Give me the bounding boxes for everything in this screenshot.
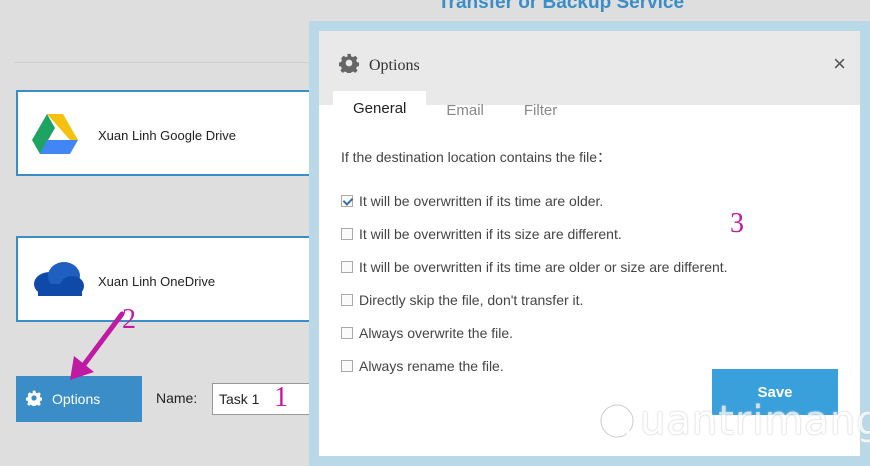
option-overwrite-if-size-different[interactable]: It will be overwritten if its size are d…	[341, 217, 860, 250]
checkbox[interactable]	[341, 359, 353, 372]
google-drive-icon	[32, 114, 78, 159]
options-button-label: Options	[52, 391, 101, 407]
checkbox[interactable]	[341, 326, 353, 339]
checkbox[interactable]	[341, 293, 353, 306]
cloud-card-google-drive[interactable]: Xuan Linh Google Drive	[16, 90, 316, 176]
general-panel: If the destination location contains the…	[319, 105, 860, 382]
option-overwrite-if-older[interactable]: It will be overwritten if its time are o…	[341, 184, 860, 217]
watermark-logo-icon	[599, 403, 636, 440]
tab-email[interactable]: Email	[426, 93, 504, 131]
gear-icon	[338, 53, 360, 78]
annotation-arrow-icon	[70, 311, 125, 380]
option-label: It will be overwritten if its time are o…	[359, 192, 604, 209]
tab-bar: General Email Filter	[333, 91, 577, 131]
option-label: Always rename the file.	[359, 357, 504, 374]
option-label: It will be overwritten if its size are d…	[359, 225, 622, 242]
task-name-input[interactable]: Task 1	[212, 383, 312, 415]
onedrive-icon	[32, 260, 84, 301]
option-overwrite-if-older-or-size[interactable]: It will be overwritten if its time are o…	[341, 250, 860, 283]
service-title: Transfer or Backup Service	[438, 0, 685, 13]
option-always-overwrite[interactable]: Always overwrite the file.	[341, 316, 860, 349]
options-button[interactable]: Options	[16, 376, 142, 422]
watermark: uantrimang	[598, 398, 870, 444]
close-icon[interactable]: ×	[833, 53, 846, 75]
dialog-header: Options × General Email Filter	[319, 31, 860, 129]
annotation-step-3: 3	[730, 208, 744, 239]
cloud-label: Xuan Linh Google Drive	[98, 128, 237, 143]
annotation-step-1: 1	[274, 382, 288, 413]
divider	[14, 62, 314, 63]
cloud-label: Xuan Linh OneDrive	[98, 274, 216, 289]
option-label: Always overwrite the file.	[359, 324, 514, 341]
dialog-title: Options	[369, 56, 420, 74]
watermark-text: uantrimang	[640, 398, 870, 444]
option-skip-file[interactable]: Directly skip the file, don't transfer i…	[341, 283, 860, 316]
checkbox[interactable]	[341, 227, 353, 240]
checkbox[interactable]	[341, 260, 353, 273]
cloud-card-onedrive[interactable]: Xuan Linh OneDrive	[16, 236, 316, 322]
intro-text: If the destination location contains the…	[341, 149, 612, 165]
option-label: Directly skip the file, don't transfer i…	[359, 291, 584, 308]
option-label: It will be overwritten if its time are o…	[359, 258, 728, 275]
gear-icon	[25, 390, 43, 409]
tab-filter[interactable]: Filter	[504, 93, 577, 131]
name-label: Name:	[156, 390, 198, 406]
tab-general[interactable]: General	[333, 91, 427, 129]
checkbox[interactable]	[341, 194, 353, 207]
